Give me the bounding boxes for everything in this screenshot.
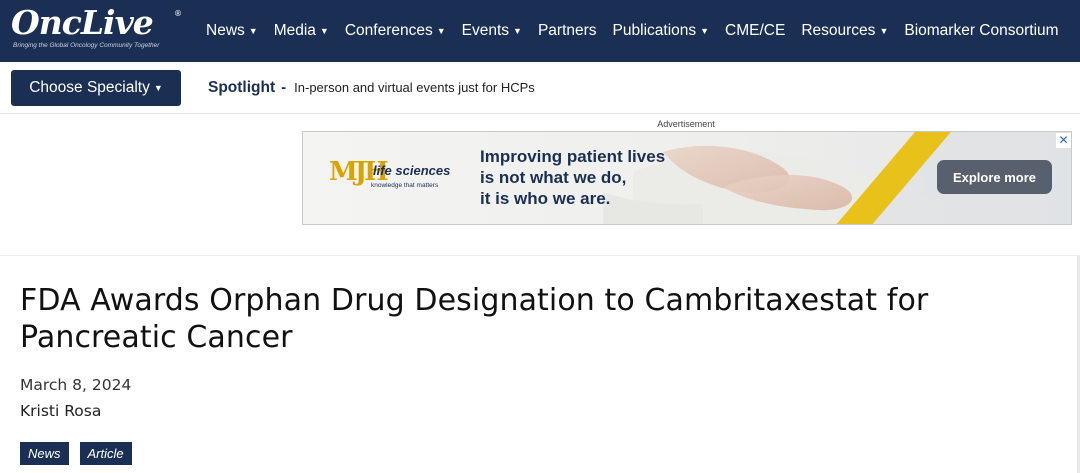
spotlight-label: Spotlight [208,79,276,96]
chevron-down-icon: ▼ [319,26,329,36]
top-navigation-bar: OncLive ® Bringing the Global Oncology C… [0,0,1080,62]
nav-item-label: Resources [801,22,876,39]
article-author[interactable]: Kristi Rosa [20,402,101,420]
logo-wordmark: OncLive [11,3,154,42]
logo-tagline: Bringing the Global Oncology Community T… [13,42,160,49]
nav-item-cme-ce[interactable]: CME/CE [717,22,793,40]
nav-item-events[interactable]: Events ▼ [454,22,530,40]
main-menu: News ▼ Media ▼ Conferences ▼ Events ▼ Partners Pu… [198,0,1067,62]
nav-item-label: Biomarker Consortium [904,22,1059,39]
nav-item-news[interactable]: News ▼ [198,22,266,40]
explore-more-button[interactable]: Explore more [937,160,1052,194]
mjh-life-sciences-logo: MJH life sciences knowledge that matters [329,157,469,197]
nav-item-label: CME/CE [725,22,786,39]
secondary-bar: Choose Specialty ▼ Spotlight - In-person… [0,62,1080,114]
nav-item-partners[interactable]: Partners [530,22,605,40]
ad-region: Advertisement MJH life sciences knowledg… [0,114,1080,256]
brand-tagline: knowledge that matters [371,182,439,189]
nav-item-biomarker-consortium[interactable]: Biomarker Consortium [896,22,1066,40]
spotlight-text[interactable]: In-person and virtual events just for HC… [294,80,535,95]
nav-item-label: Partners [537,22,597,39]
nav-item-label: Media [273,22,316,39]
ad-label: Advertisement [657,119,715,129]
site-logo[interactable]: OncLive ® Bringing the Global Oncology C… [11,4,187,56]
brand-name: life sciences [373,163,451,178]
registered-mark: ® [174,9,182,18]
nav-item-label: Events [461,22,510,39]
chevron-down-icon: ▼ [248,26,258,36]
choose-specialty-label: Choose Specialty [29,79,150,96]
chevron-down-icon: ▼ [513,26,522,36]
tag-news[interactable]: News [20,442,69,465]
spotlight-banner[interactable]: Spotlight - In-person and virtual events… [208,79,535,97]
nav-item-conferences[interactable]: Conferences ▼ [337,22,454,40]
article-tags: News Article [20,442,132,465]
ad-headline-line: Improving patient lives [480,147,666,166]
tag-article[interactable]: Article [79,442,132,465]
ad-headline: Improving patient lives is not what we d… [480,146,665,209]
nav-item-label: News [206,22,245,39]
nav-item-media[interactable]: Media ▼ [266,22,337,40]
spotlight-separator: - [281,79,287,96]
nav-item-label: Publications [612,22,697,39]
nav-item-label: Conferences [344,22,433,39]
article-date: March 8, 2024 [20,376,132,394]
article-title: FDA Awards Orphan Drug Designation to Ca… [20,283,929,355]
ad-banner[interactable]: MJH life sciences knowledge that matters… [302,131,1072,225]
chevron-down-icon: ▼ [879,26,889,36]
choose-specialty-button[interactable]: Choose Specialty ▼ [11,70,181,106]
chevron-down-icon: ▼ [153,83,163,93]
close-icon[interactable]: ✕ [1056,133,1071,148]
article-header: FDA Awards Orphan Drug Designation to Ca… [20,282,1060,465]
nav-item-resources[interactable]: Resources ▼ [793,22,896,40]
ad-headline-line: is not what we do, [480,168,627,187]
ad-headline-line: it is who we are. [480,189,611,208]
chevron-down-icon: ▼ [436,26,446,36]
nav-item-publications[interactable]: Publications ▼ [605,22,718,40]
chevron-down-icon: ▼ [700,26,710,36]
